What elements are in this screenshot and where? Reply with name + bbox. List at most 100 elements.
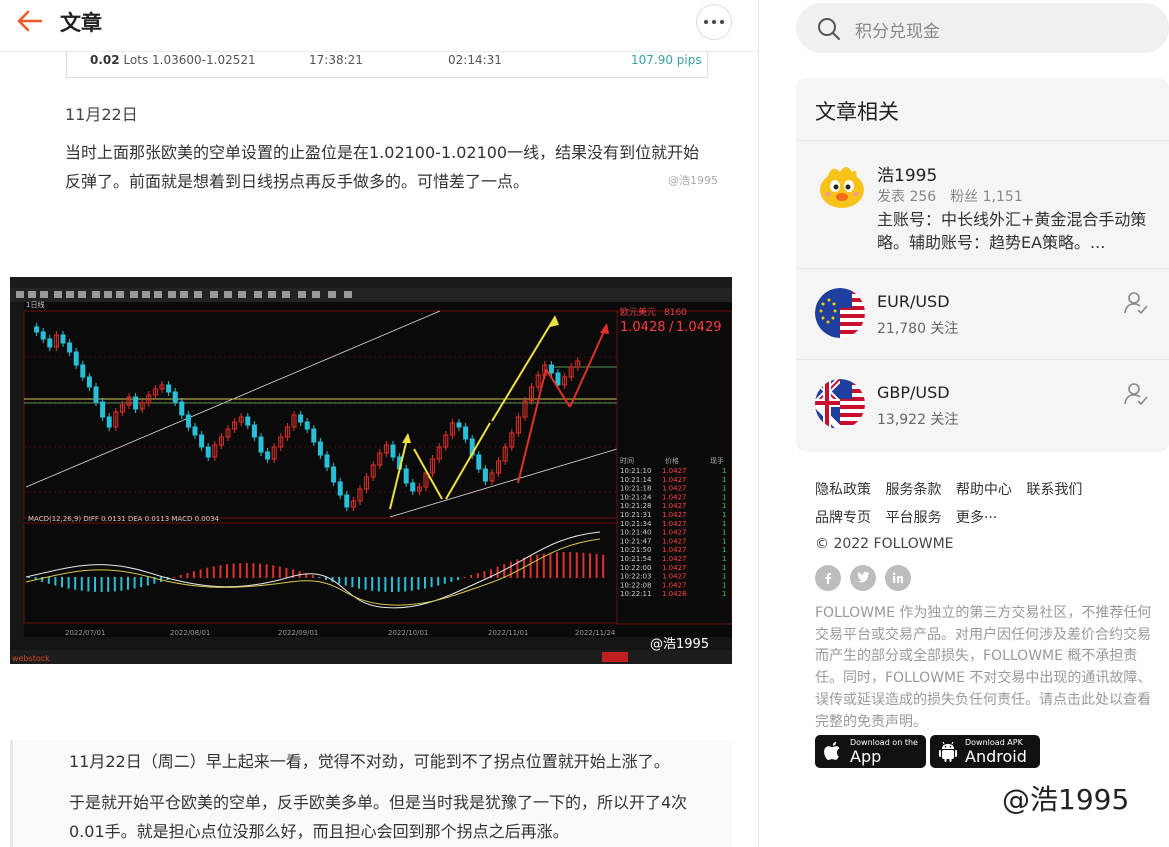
chart-symbol-code: 8160 [664,308,687,318]
app-store-button[interactable]: Download on the App Store [815,735,926,785]
instrument-name[interactable]: EUR/USD [877,292,950,311]
more-dot-icon [720,20,724,24]
article-paragraph: 当时上面那张欧美的空单设置的止盈位是在1.02100-1.02100一线，结果没… [65,143,700,191]
signature-watermark: @浩1995 [1002,783,1130,816]
macd-bar [450,577,453,582]
tick-cell: 10:21:40 [620,529,651,537]
candle [456,422,462,428]
follow-user-icon[interactable] [1123,290,1149,316]
author-stats: 发表 256 粉丝 1,151 [877,189,1023,205]
macd-bar [364,577,367,590]
tick-cell: 1.0427 [662,555,687,563]
gbp-usd-flag-icon[interactable] [815,379,865,429]
quote-line-body: 于是就开始平仓欧美的空单，反手欧美多单。但是当时我是犹豫了一下的，所以开了4次0… [69,793,688,841]
android-small-text: Download APK [965,738,1023,747]
macd-bar [133,577,136,589]
macd-bar [100,577,103,592]
apple-icon [824,741,840,760]
search-placeholder: 积分兑现金 [855,22,940,42]
chart-ask: 1.0429 [676,320,722,335]
tick-cell: 10:21:28 [620,502,651,510]
platform-services-link[interactable]: 平台服务 [885,510,941,526]
android-download-button[interactable]: Download APK Android [930,735,1040,768]
macd-bar [377,577,380,592]
macd-bar [417,577,420,590]
trade-lots: 0.02 Lots 1.03600-1.02521 [90,53,256,67]
macd-bar [424,577,426,589]
tick-cell: 1 [722,581,726,589]
macd-bar [278,566,281,578]
chart-date-label: 2022/07/01 [65,629,105,637]
tick-cell: 1 [722,564,726,572]
tick-cell: 10:21:50 [620,546,651,554]
tick-cell: 1 [722,573,726,581]
macd-bar [410,577,413,591]
back-arrow-icon[interactable] [14,8,44,34]
candle [192,426,198,436]
macd-bar [318,577,321,579]
macd-bar [358,577,360,589]
linkedin-icon[interactable] [885,565,911,591]
tick-cell: 10:22:03 [620,573,651,581]
more-link[interactable]: 更多··· [956,510,997,526]
tick-cell: 1.0427 [662,485,687,493]
tick-cell: 10:21:54 [620,555,652,563]
macd-bar [245,563,248,578]
privacy-link[interactable]: 隐私政策 [815,482,871,498]
tick-cell: 1 [722,546,726,554]
instrument-name[interactable]: GBP/USD [877,383,950,402]
tick-cell: 1.0427 [662,573,687,581]
chart-watermark: @浩1995 [650,637,709,652]
macd-bar [80,577,83,591]
macd-bar [252,563,255,578]
tick-cell: 1 [722,511,726,519]
macd-bar [437,577,440,586]
help-center-link[interactable]: 帮助中心 [956,482,1012,498]
macd-bar [113,577,116,592]
tick-cell: 10:21:14 [620,476,652,484]
more-options-button[interactable] [696,4,732,40]
eur-usd-flag-icon[interactable] [815,288,865,338]
macd-bar [575,552,578,578]
tick-cell: 1 [722,502,726,510]
disclaimer[interactable]: FOLLOWME 作为独立的第三方交易社区，不推荐任何交易平台或交易产品。对用户… [815,603,1155,733]
candle [67,342,73,353]
macd-bar [582,552,585,578]
chart-macd-label: MACD(12,26,9) DIFF 0.0131 DEA 0.0113 MAC… [28,515,220,523]
candle [463,426,469,440]
author-name[interactable]: 浩1995 [877,161,937,186]
macd-bar [311,575,314,578]
tick-cell: 1 [722,485,726,493]
chart-canvas: 欧元美元 8160 1.0428 / 1.0429 时间 价格 现手 10:21:10… [10,277,732,664]
brand-page-link[interactable]: 品牌专页 [815,510,871,526]
macd-bar [206,567,209,578]
macd-bar [430,577,433,588]
candle [133,396,139,410]
android-icon [939,741,957,762]
macd-bar [351,577,354,588]
tick-cell: 1.0427 [662,564,687,572]
author-avatar[interactable] [818,162,866,210]
search-icon [818,18,840,40]
candle [258,436,264,453]
tick-cell: 10:21:34 [620,520,652,528]
facebook-icon[interactable] [815,565,841,591]
macd-bar [371,577,374,591]
candle [548,364,554,374]
macd-bar [503,563,506,578]
trading-chart-image[interactable]: 欧元美元 8160 1.0428 / 1.0429 时间 价格 现手 10:21:10… [10,277,732,664]
trade-open-time: 17:38:21 [309,53,363,67]
chart-period-label: 1日线 [26,300,44,309]
macd-bar [212,566,215,578]
search-bar[interactable]: 积分兑现金 [796,3,1169,53]
macd-bar [199,569,202,578]
column-divider [758,0,759,847]
footer-links-row-1: 隐私政策 服务条款 帮助中心 联系我们 [815,479,1092,499]
terms-link[interactable]: 服务条款 [885,482,941,498]
candle [166,384,172,393]
follow-user-icon[interactable] [1123,381,1149,407]
twitter-icon[interactable] [850,565,876,591]
contact-link[interactable]: 联系我们 [1026,482,1082,498]
candle [172,391,178,403]
chart-date-label: 2022/11/01 [488,629,528,637]
